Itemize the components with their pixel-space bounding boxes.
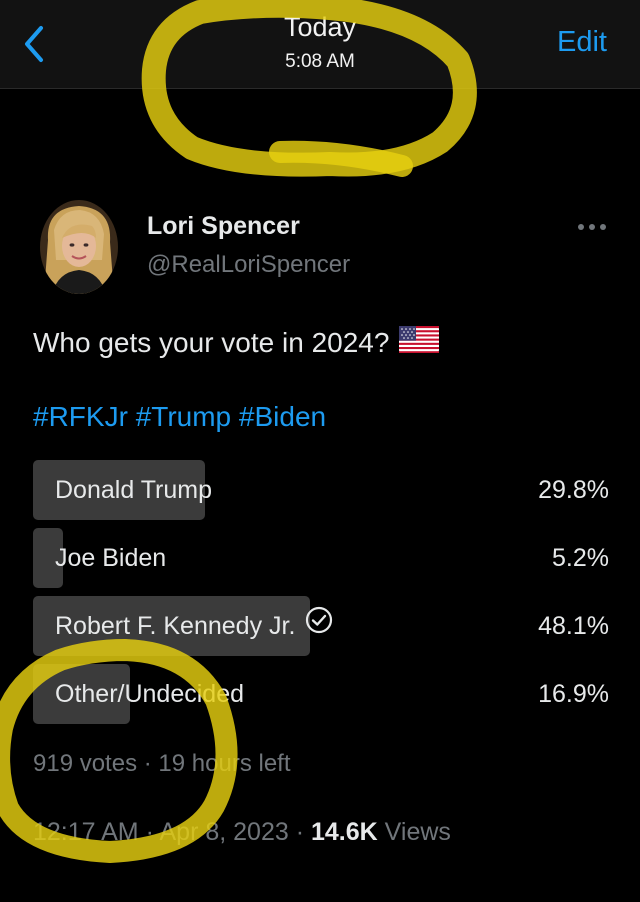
views-count[interactable]: 14.6K	[311, 818, 378, 846]
tweet-meta: 12:17 AM · Apr 8, 2023 · 14.6K Views	[33, 818, 451, 846]
navigation-bar: Today 5:08 AM Edit	[0, 0, 640, 89]
poll-option-percent: 29.8%	[538, 476, 609, 504]
poll-option-label: Other/Undecided	[55, 680, 245, 708]
edit-button[interactable]: Edit	[557, 26, 607, 59]
tweet-time[interactable]: 12:17 AM	[33, 818, 139, 846]
us-flag-icon	[399, 326, 440, 360]
poll-option-label: Donald Trump	[55, 476, 213, 504]
poll-option-other: Other/Undecided 16.9%	[33, 664, 609, 724]
more-dots-icon	[578, 224, 606, 230]
hashtag-trump[interactable]: #Trump	[136, 401, 231, 432]
poll: Donald Trump 29.8% Joe Biden 5.2% Robert…	[33, 460, 609, 732]
avatar[interactable]	[40, 200, 118, 294]
poll-votes: 919 votes	[33, 750, 138, 777]
poll-option-biden: Joe Biden 5.2%	[33, 528, 609, 588]
poll-option-percent: 5.2%	[552, 544, 609, 572]
poll-time-left: 19 hours left	[158, 750, 291, 777]
more-options-button[interactable]	[574, 215, 610, 239]
hashtags: #RFKJr #Trump #Biden	[33, 401, 326, 433]
poll-option-label: Joe Biden	[55, 544, 167, 572]
hashtag-biden[interactable]: #Biden	[239, 401, 326, 432]
author-name[interactable]: Lori Spencer	[147, 212, 300, 241]
poll-option-percent: 48.1%	[538, 612, 609, 640]
tweet-date[interactable]: Apr 8, 2023	[160, 818, 289, 846]
hashtag-rfkjr[interactable]: #RFKJr	[33, 401, 128, 432]
poll-option-kennedy: Robert F. Kennedy Jr. 48.1%	[33, 596, 609, 656]
nav-title: Today	[283, 12, 357, 42]
highlight-stroke-top	[269, 140, 413, 177]
poll-option-label: Robert F. Kennedy Jr.	[55, 596, 333, 656]
nav-subtitle: 5:08 AM	[285, 51, 355, 72]
tweet-text: Who gets your vote in 2024?	[33, 326, 440, 360]
poll-meta: 919 votes · 19 hours left	[33, 750, 291, 777]
check-circle-icon	[305, 596, 333, 656]
poll-option-trump: Donald Trump 29.8%	[33, 460, 609, 520]
tweet-body: Who gets your vote in 2024?	[33, 327, 390, 358]
author-handle[interactable]: @RealLoriSpencer	[147, 251, 350, 279]
poll-option-percent: 16.9%	[538, 680, 609, 708]
views-label: Views	[384, 818, 451, 846]
